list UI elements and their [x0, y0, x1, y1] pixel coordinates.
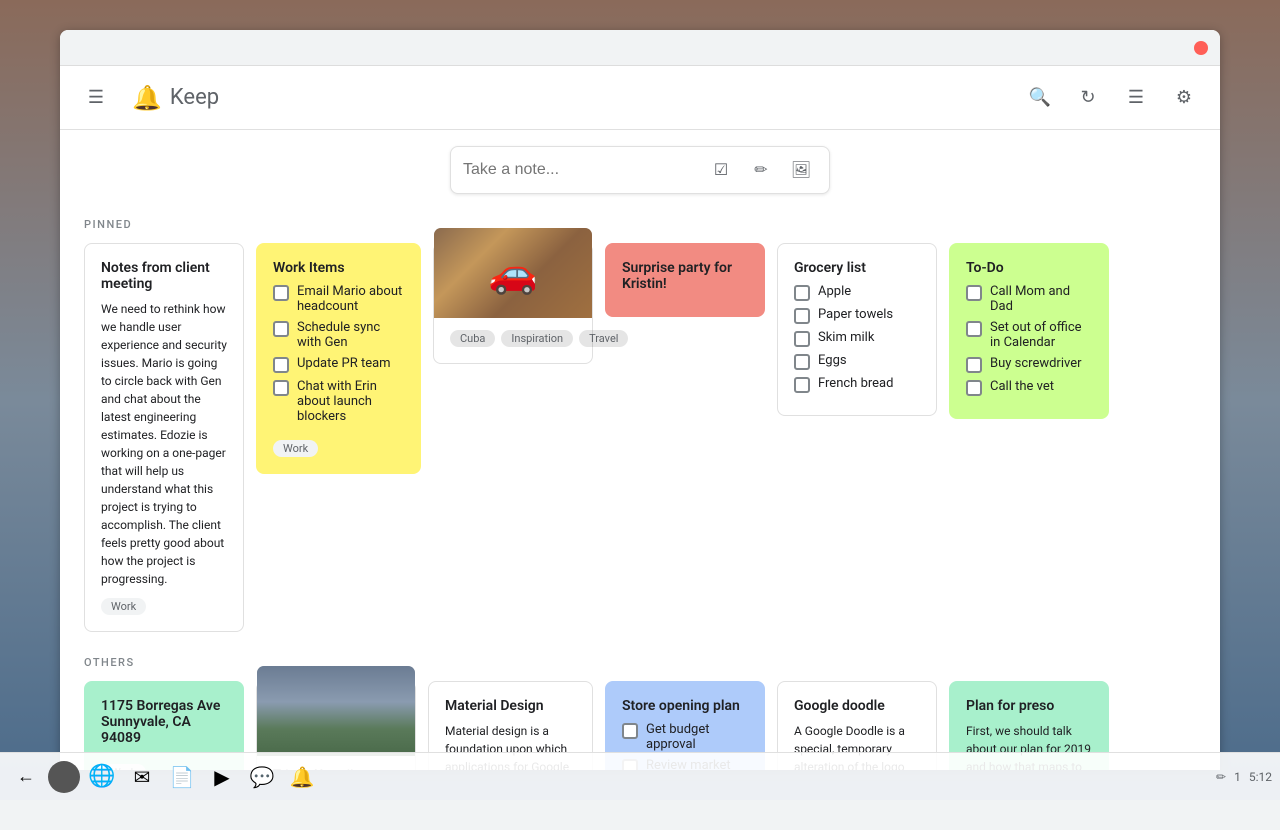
checklist-icon[interactable]: ☑ [705, 154, 737, 186]
note-client-meeting[interactable]: Notes from client meeting We need to ret… [84, 243, 244, 632]
checkbox[interactable] [622, 723, 638, 739]
car-image [434, 228, 592, 318]
tag-inspiration: Inspiration [501, 330, 573, 347]
search-bar: ☑ ✏ 🖼 [450, 146, 830, 194]
taskbar-time: 5:12 [1249, 770, 1272, 784]
check-item: Skim milk [794, 330, 920, 347]
note-car-photo[interactable]: Cuba Inspiration Travel [433, 243, 593, 364]
check-item: Set out of office in Calendar [966, 320, 1092, 350]
circle-button[interactable] [48, 761, 80, 793]
back-button[interactable]: ← [8, 759, 44, 795]
checkbox[interactable] [794, 285, 810, 301]
battery-count: 1 [1234, 770, 1241, 784]
note-title: 1175 Borregas Ave Sunnyvale, CA 94089 [101, 698, 227, 746]
check-item: Paper towels [794, 307, 920, 324]
note-body: We need to rethink how we handle user ex… [101, 300, 227, 588]
note-title: Store opening plan [622, 698, 748, 714]
search-container: ☑ ✏ 🖼 [84, 146, 1196, 194]
others-label: OTHERS [84, 656, 1196, 669]
search-input[interactable] [463, 161, 697, 179]
app-title: Keep [170, 85, 219, 110]
taskbar-right: ✏ 1 5:12 [1216, 770, 1272, 784]
settings-button[interactable]: ⚙ [1164, 78, 1204, 118]
check-item: Call the vet [966, 379, 1092, 396]
tag-row: Cuba Inspiration Travel [450, 330, 576, 347]
check-item: Chat with Erin about launch blockers [273, 379, 404, 424]
hangouts-icon[interactable]: 💬 [244, 759, 280, 795]
note-title: Work Items [273, 260, 404, 276]
keep-icon[interactable]: 🔔 [284, 759, 320, 795]
check-item: Call Mom and Dad [966, 284, 1092, 314]
pencil-icon: ✏ [1216, 770, 1226, 784]
pinned-notes-row: Notes from client meeting We need to ret… [84, 243, 1196, 632]
note-todo[interactable]: To-Do Call Mom and Dad Set out of office… [949, 243, 1109, 419]
note-title: Surprise party for Kristin! [622, 260, 748, 292]
note-surprise-party[interactable]: Surprise party for Kristin! [605, 243, 765, 317]
note-title: Material Design [445, 698, 576, 714]
youtube-icon[interactable]: ▶ [204, 759, 240, 795]
check-item: Apple [794, 284, 920, 301]
check-item: Get budget approval [622, 722, 748, 752]
app-window: ☰ 🔔 Keep 🔍 ↻ ☰ ⚙ ☑ ✏ 🖼 PINNED [60, 30, 1220, 770]
gmail-icon[interactable]: ✉ [124, 759, 160, 795]
checkbox[interactable] [794, 377, 810, 393]
note-work-items[interactable]: Work Items Email Mario about headcount S… [256, 243, 421, 474]
close-button[interactable] [1194, 41, 1208, 55]
note-title: To-Do [966, 260, 1092, 276]
checkbox[interactable] [794, 331, 810, 347]
checkbox[interactable] [966, 357, 982, 373]
app-header: ☰ 🔔 Keep 🔍 ↻ ☰ ⚙ [60, 66, 1220, 130]
checkbox[interactable] [273, 285, 289, 301]
tag-cuba: Cuba [450, 330, 495, 347]
checkbox[interactable] [966, 380, 982, 396]
note-title: Google doodle [794, 698, 920, 714]
check-item: Email Mario about headcount [273, 284, 404, 314]
check-item: Buy screwdriver [966, 356, 1092, 373]
refresh-button[interactable]: ↻ [1068, 78, 1108, 118]
checkbox[interactable] [794, 354, 810, 370]
app-logo: 🔔 Keep [132, 84, 219, 112]
checkbox[interactable] [966, 285, 982, 301]
checkbox[interactable] [273, 380, 289, 396]
list-view-button[interactable]: ☰ [1116, 78, 1156, 118]
note-title: Notes from client meeting [101, 260, 227, 292]
checkbox[interactable] [966, 321, 982, 337]
menu-button[interactable]: ☰ [76, 78, 116, 118]
checkbox[interactable] [273, 321, 289, 337]
search-button[interactable]: 🔍 [1020, 78, 1060, 118]
check-item: Update PR team [273, 356, 404, 373]
logo-icon: 🔔 [132, 84, 162, 112]
note-grocery-list[interactable]: Grocery list Apple Paper towels Skim mil… [777, 243, 937, 416]
tag-travel: Travel [579, 330, 628, 347]
note-title: Plan for preso [966, 698, 1092, 714]
main-content: ☑ ✏ 🖼 PINNED Notes from client meeting W… [60, 130, 1220, 770]
check-item: Schedule sync with Gen [273, 320, 404, 350]
note-tag: Work [273, 440, 318, 457]
hawaii-image [257, 666, 415, 756]
title-bar [60, 30, 1220, 66]
note-title: Grocery list [794, 260, 920, 276]
docs-icon[interactable]: 📄 [164, 759, 200, 795]
check-item: Eggs [794, 353, 920, 370]
check-item: French bread [794, 376, 920, 393]
taskbar: ← 🌐 ✉ 📄 ▶ 💬 🔔 ✏ 1 5:12 [0, 752, 1280, 800]
checkbox[interactable] [273, 357, 289, 373]
chromium-icon[interactable]: 🌐 [84, 759, 120, 795]
pinned-label: PINNED [84, 218, 1196, 231]
note-tag: Work [101, 598, 146, 615]
header-actions: 🔍 ↻ ☰ ⚙ [1020, 78, 1204, 118]
checkbox[interactable] [794, 308, 810, 324]
image-icon[interactable]: 🖼 [785, 154, 817, 186]
draw-icon[interactable]: ✏ [745, 154, 777, 186]
